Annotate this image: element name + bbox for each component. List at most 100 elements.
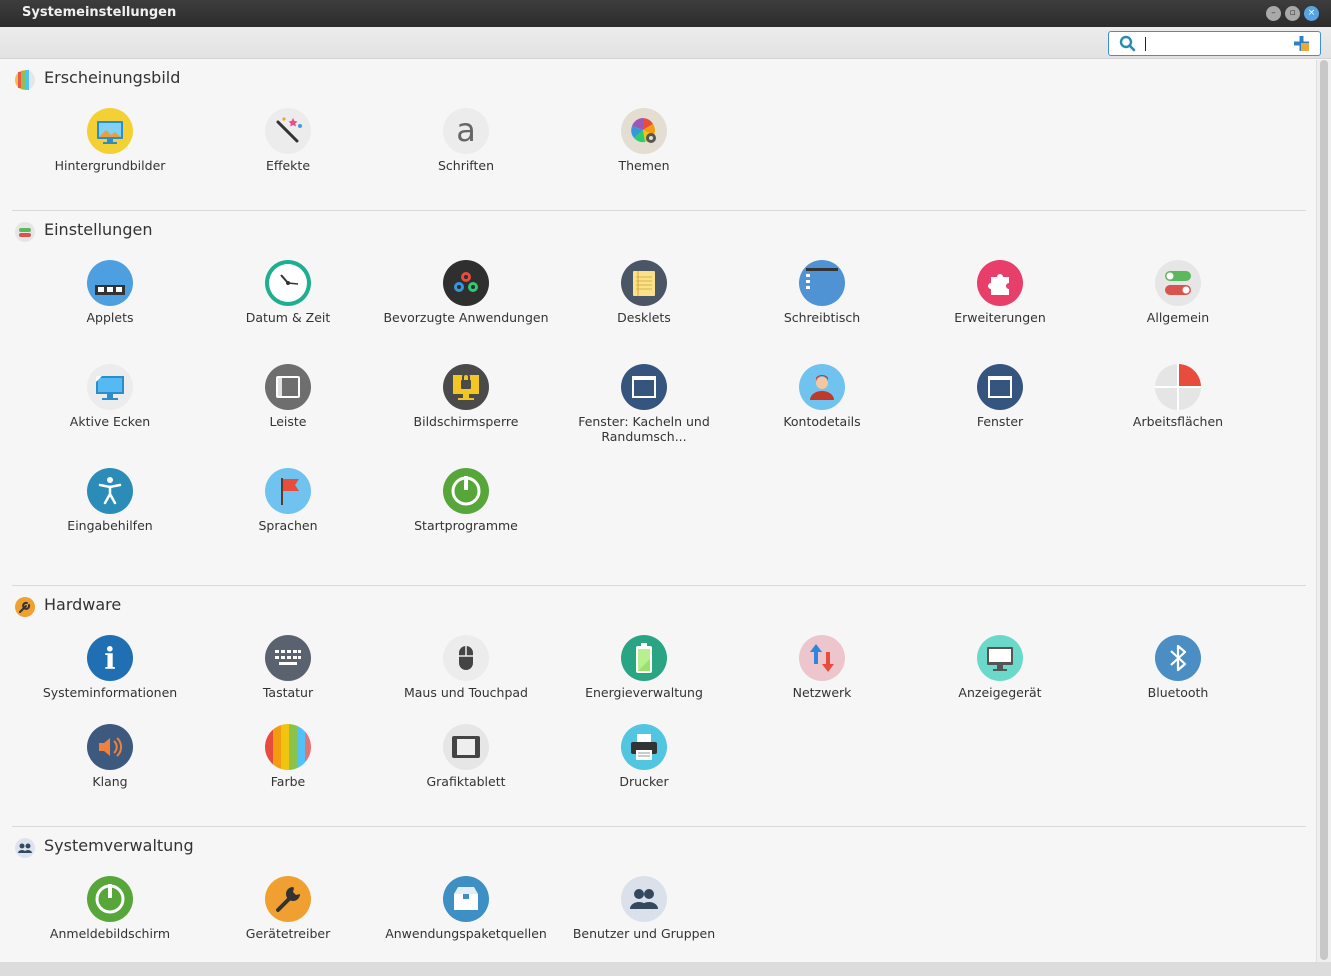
settings-item[interactable]: Grafiktablett <box>381 724 551 824</box>
search-input[interactable] <box>1143 35 1283 52</box>
section-title: Systemverwaltung <box>44 836 194 855</box>
settings-item[interactable]: Fenster: Kacheln und Randumsch... <box>559 364 729 464</box>
close-button[interactable]: × <box>1304 6 1319 21</box>
settings-item[interactable]: Anzeigegerät <box>915 635 1085 735</box>
vertical-scrollbar[interactable] <box>1316 60 1331 962</box>
section-title: Einstellungen <box>44 220 153 239</box>
settings-item-label: Tastatur <box>262 685 314 700</box>
scrollbar-thumb[interactable] <box>1320 60 1328 960</box>
settings-item[interactable]: Desklets <box>559 260 729 360</box>
workspaces-icon <box>1155 364 1201 410</box>
settings-item[interactable]: Schreibtisch <box>737 260 907 360</box>
settings-item-label: Bluetooth <box>1147 685 1209 700</box>
languages-icon <box>265 468 311 514</box>
settings-item-label: Effekte <box>265 158 311 173</box>
clock-icon <box>265 260 311 306</box>
settings-item[interactable]: Bildschirmsperre <box>381 364 551 464</box>
settings-item[interactable]: Bluetooth <box>1093 635 1263 735</box>
settings-item[interactable]: Farbe <box>203 724 373 824</box>
settings-item-label: Systeminformationen <box>42 685 178 700</box>
settings-item-label: Aktive Ecken <box>69 414 151 429</box>
settings-item-label: Bevorzugte Anwendungen <box>383 310 549 325</box>
search-icon <box>1119 35 1136 52</box>
users-icon <box>621 876 667 922</box>
settings-item[interactable]: Startprogramme <box>381 468 551 568</box>
maximize-button[interactable]: ▫ <box>1285 6 1300 21</box>
settings-item-label: Erweiterungen <box>954 310 1046 325</box>
preferred-apps-icon <box>443 260 489 306</box>
settings-item[interactable]: Bevorzugte Anwendungen <box>381 260 551 360</box>
settings-item-label: Energieverwaltung <box>585 685 703 700</box>
settings-item[interactable]: Benutzer und Gruppen <box>559 876 729 976</box>
fonts-icon: a <box>443 108 489 154</box>
settings-item[interactable]: Arbeitsflächen <box>1093 364 1263 464</box>
settings-item[interactable]: Anmeldebildschirm <box>25 876 195 976</box>
window-tiling-icon <box>621 364 667 410</box>
sound-icon <box>87 724 133 770</box>
settings-item-label: Klang <box>92 774 128 789</box>
backgrounds-icon <box>87 108 133 154</box>
general-icon <box>1155 260 1201 306</box>
settings-item-label: Fenster <box>976 414 1024 429</box>
settings-item[interactable]: Datum & Zeit <box>203 260 373 360</box>
settings-item[interactable]: Maus und Touchpad <box>381 635 551 735</box>
settings-item-label: Netzwerk <box>792 685 852 700</box>
settings-item[interactable]: Hintergrundbilder <box>25 108 195 208</box>
settings-item[interactable]: Applets <box>25 260 195 360</box>
desklets-icon <box>621 260 667 306</box>
settings-item[interactable]: Leiste <box>203 364 373 464</box>
settings-item-label: Eingabehilfen <box>67 518 153 533</box>
settings-item-label: Sprachen <box>258 518 318 533</box>
clear-search-icon[interactable] <box>1293 35 1310 52</box>
settings-item-label: Drucker <box>619 774 669 789</box>
settings-item[interactable]: Energieverwaltung <box>559 635 729 735</box>
themes-icon <box>621 108 667 154</box>
settings-item[interactable]: Netzwerk <box>737 635 907 735</box>
settings-item[interactable]: Drucker <box>559 724 729 824</box>
printer-icon <box>621 724 667 770</box>
settings-item[interactable]: Erweiterungen <box>915 260 1085 360</box>
settings-item-label: Anmeldebildschirm <box>49 926 171 941</box>
settings-item-label: Kontodetails <box>783 414 861 429</box>
settings-item[interactable]: Allgemein <box>1093 260 1263 360</box>
settings-item[interactable]: Sprachen <box>203 468 373 568</box>
settings-item[interactable]: Klang <box>25 724 195 824</box>
settings-item[interactable]: a Schriften <box>381 108 551 208</box>
settings-content: Erscheinungsbild Hintergrundbilder Effekte… <box>0 60 1316 962</box>
settings-item-label: Schriften <box>437 158 495 173</box>
settings-item[interactable]: Themen <box>559 108 729 208</box>
svg-text:a: a <box>456 111 476 149</box>
minimize-button[interactable]: – <box>1266 6 1281 21</box>
text-cursor <box>1145 37 1146 51</box>
toolbar <box>0 27 1331 59</box>
settings-item[interactable]: Gerätetreiber <box>203 876 373 976</box>
settings-item[interactable]: Eingabehilfen <box>25 468 195 568</box>
drivers-icon <box>265 876 311 922</box>
windows-icon <box>977 364 1023 410</box>
settings-item[interactable]: Anwendungspaketquellen <box>381 876 551 976</box>
section-divider <box>12 585 1306 586</box>
settings-item[interactable]: Aktive Ecken <box>25 364 195 464</box>
panel-icon <box>265 364 311 410</box>
settings-item[interactable]: Kontodetails <box>737 364 907 464</box>
settings-item-label: Gerätetreiber <box>245 926 331 941</box>
hot-corners-icon <box>87 364 133 410</box>
section-title: Erscheinungsbild <box>44 68 181 87</box>
appearance-icon <box>15 70 35 90</box>
settings-item[interactable]: Effekte <box>203 108 373 208</box>
settings-item-label: Schreibtisch <box>783 310 861 325</box>
login-icon <box>87 876 133 922</box>
settings-item[interactable]: Fenster <box>915 364 1085 464</box>
search-box[interactable] <box>1108 31 1321 56</box>
titlebar[interactable]: Systemeinstellungen – ▫ × <box>0 0 1331 27</box>
effects-icon <box>265 108 311 154</box>
preferences-icon <box>15 222 35 242</box>
settings-item-label: Leiste <box>269 414 307 429</box>
screensaver-icon <box>443 364 489 410</box>
settings-item-label: Anzeigegerät <box>958 685 1042 700</box>
settings-item[interactable]: i Systeminformationen <box>25 635 195 735</box>
settings-item[interactable]: Tastatur <box>203 635 373 735</box>
settings-item-label: Themen <box>618 158 670 173</box>
hardware-icon <box>15 597 35 617</box>
bluetooth-icon <box>1155 635 1201 681</box>
